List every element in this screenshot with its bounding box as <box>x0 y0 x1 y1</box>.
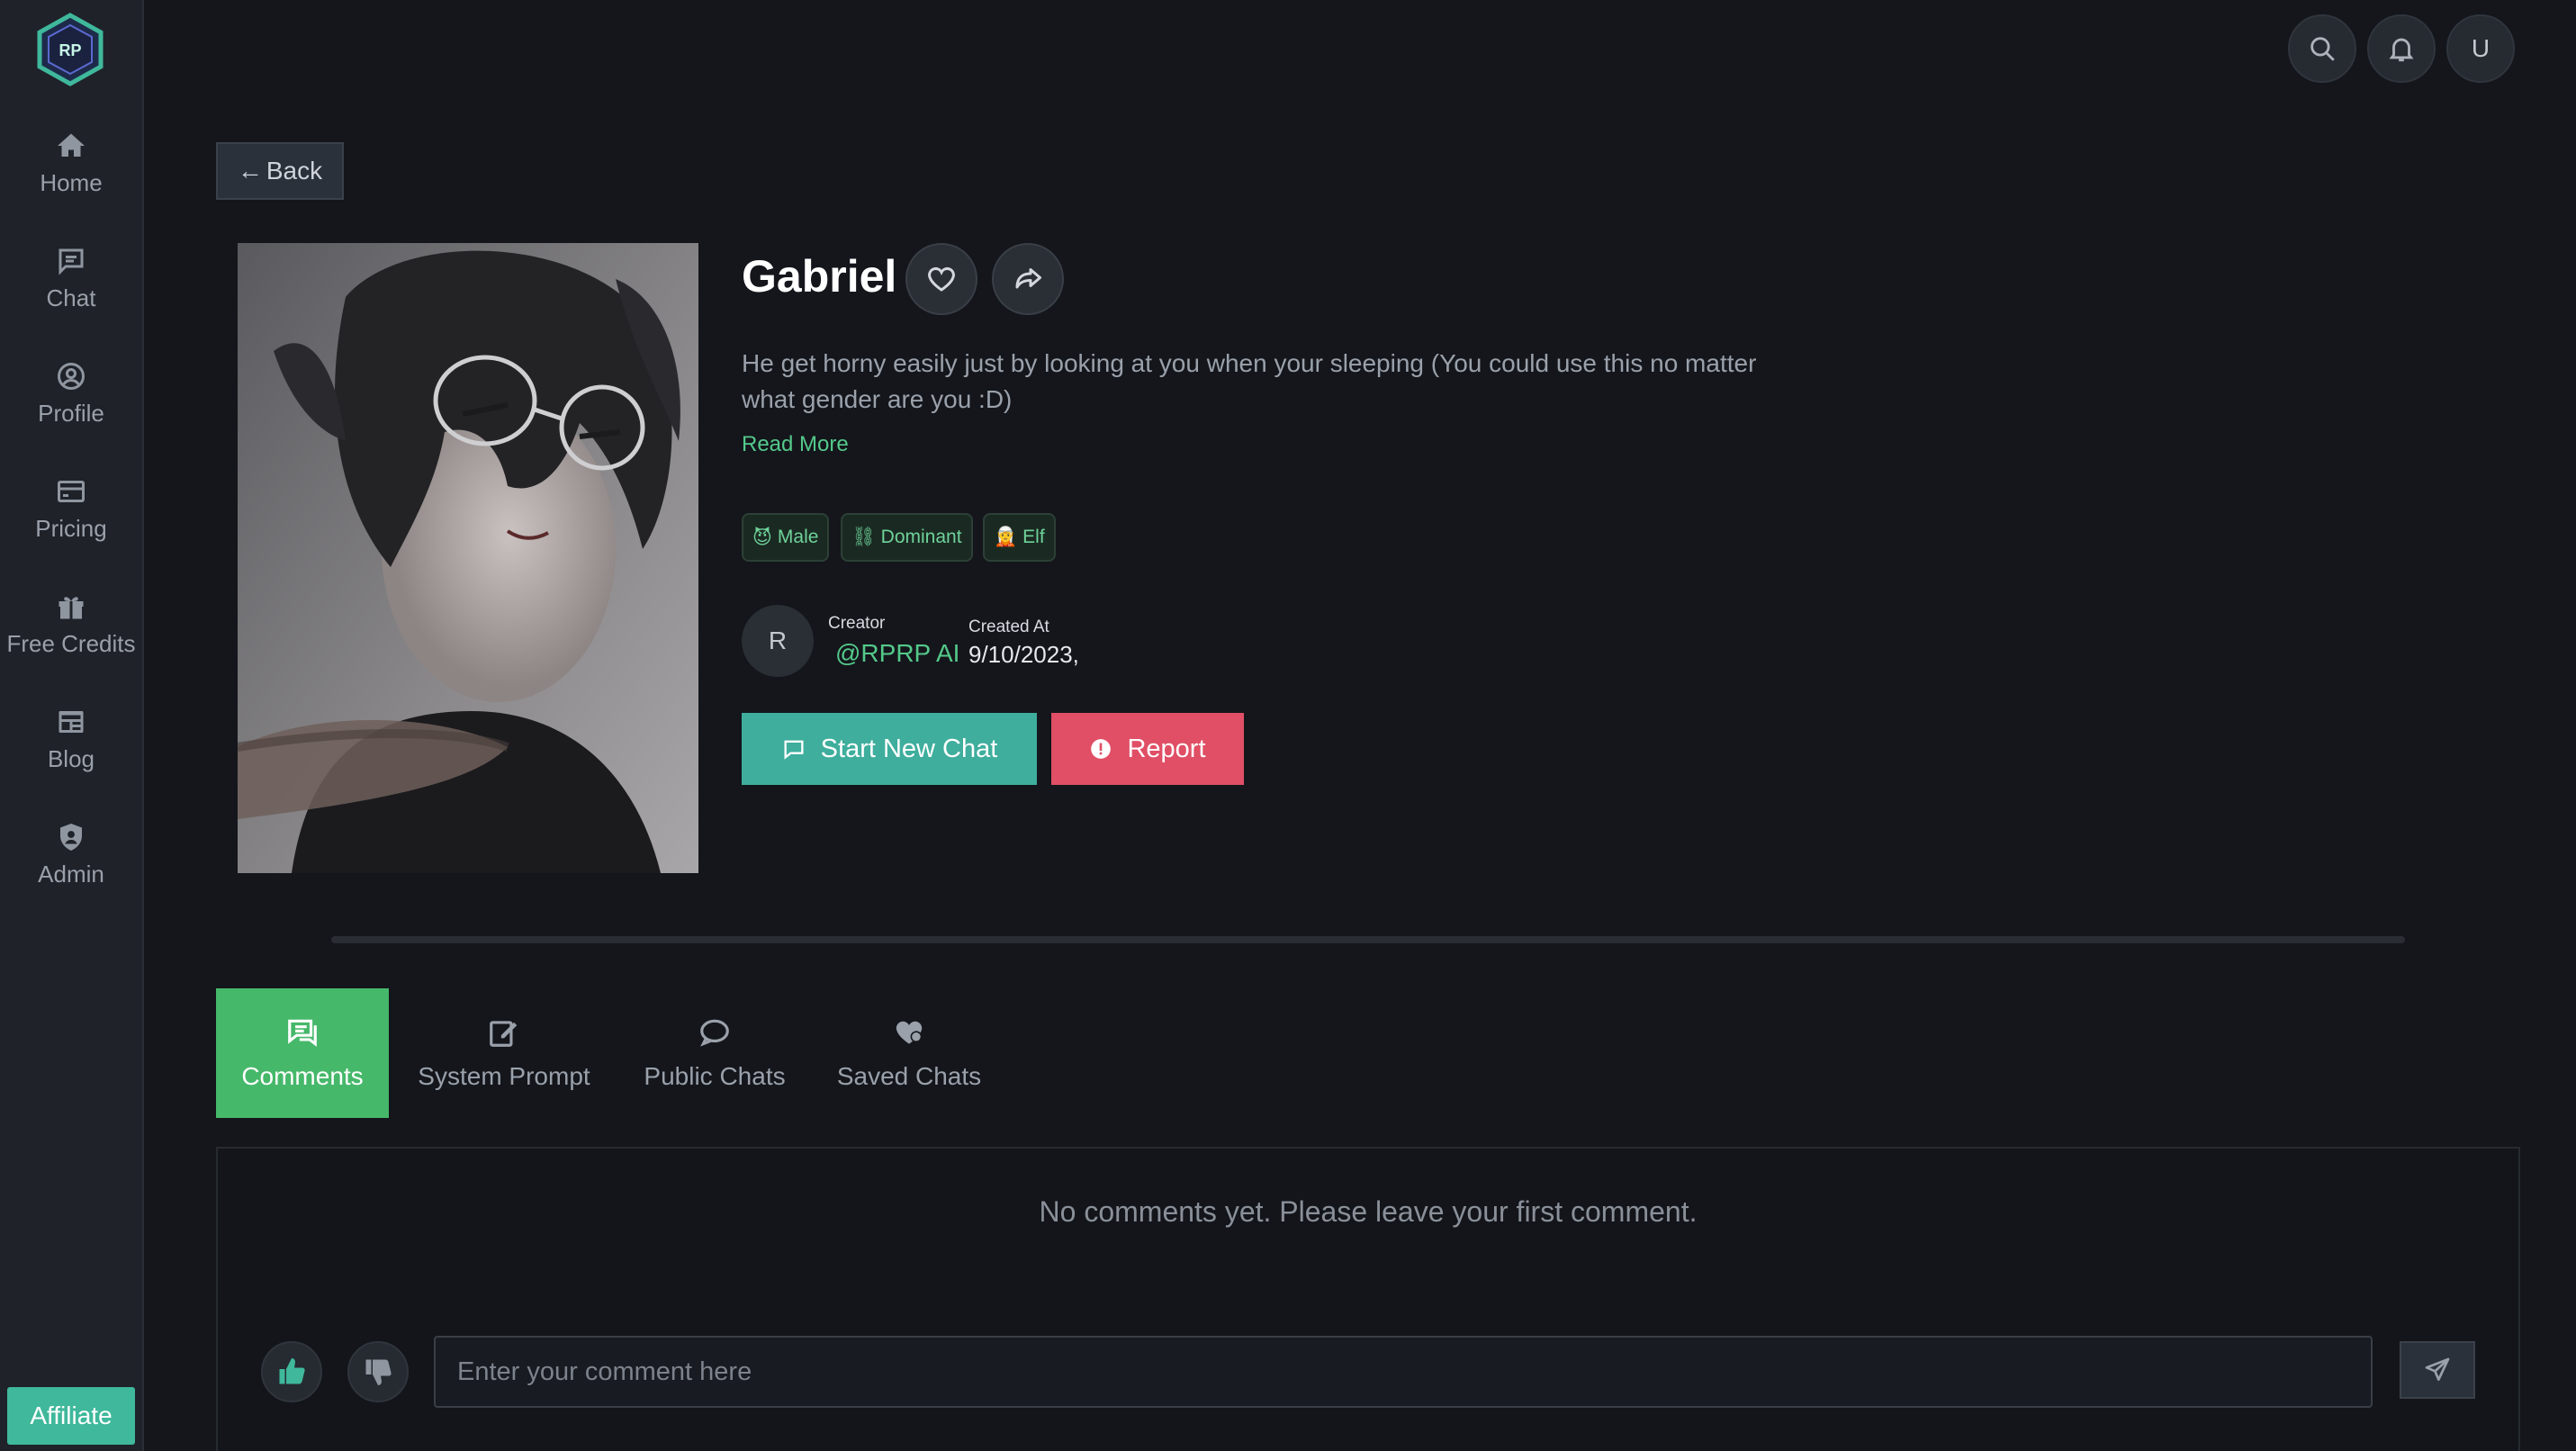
comment-input[interactable] <box>434 1336 2373 1408</box>
user-avatar-button[interactable]: U <box>2446 14 2515 83</box>
nav-label: Free Credits <box>6 629 136 657</box>
nav-home[interactable]: Home <box>0 113 142 212</box>
notifications-button[interactable] <box>2367 14 2436 83</box>
share-arrow-icon <box>1015 268 1041 289</box>
created-at-label: Created At <box>968 617 1049 636</box>
tab-label: Public Chats <box>644 1062 786 1090</box>
tab-label: Comments <box>241 1062 364 1090</box>
bell-icon <box>2389 38 2414 62</box>
back-label: Back <box>266 157 323 185</box>
send-comment-button[interactable] <box>2400 1341 2475 1399</box>
tab-saved-chats[interactable]: Saved Chats <box>821 988 997 1118</box>
sidebar: RP Home Chat Profile Pricing Free Credit… <box>0 0 144 1451</box>
tag-elf[interactable]: 🧝 Elf <box>983 513 1056 562</box>
thumbs-down-icon <box>365 1359 392 1385</box>
arrow-left-icon: ← <box>237 157 263 185</box>
logo[interactable]: RP <box>36 13 104 86</box>
nav-profile[interactable]: Profile <box>0 344 142 443</box>
chat-icon <box>59 248 84 275</box>
character-name: Gabriel <box>742 251 897 302</box>
nav-label: Profile <box>38 399 104 427</box>
nav-label: Pricing <box>35 514 107 542</box>
saved-heart-icon <box>896 1021 923 1044</box>
nav-label: Home <box>40 168 103 196</box>
nav-chat[interactable]: Chat <box>0 229 142 328</box>
tab-public-chats[interactable]: Public Chats <box>628 988 801 1118</box>
back-button[interactable]: ← Back <box>216 142 344 200</box>
creator-name-link[interactable]: @RPRP AI <box>835 639 959 668</box>
svg-text:RP: RP <box>59 41 81 59</box>
nav-blog[interactable]: Blog <box>0 689 142 789</box>
tag-label: Male <box>777 527 819 547</box>
comments-panel: No comments yet. Please leave your first… <box>216 1147 2520 1451</box>
nav-admin[interactable]: Admin <box>0 805 142 904</box>
search-icon <box>2310 37 2335 61</box>
tag-label: Elf <box>1022 527 1045 547</box>
nav-pricing[interactable]: Pricing <box>0 459 142 558</box>
share-button[interactable] <box>992 243 1064 315</box>
admin-shield-icon <box>60 823 82 851</box>
nav-free-credits[interactable]: Free Credits <box>0 574 142 673</box>
start-chat-label: Start New Chat <box>820 734 998 763</box>
search-button[interactable] <box>2288 14 2356 83</box>
character-description: He get horny easily just by looking at y… <box>742 349 1757 413</box>
heart-icon <box>928 266 955 292</box>
tag-dominant[interactable]: ⛓ Dominant <box>841 513 973 562</box>
dislike-button[interactable] <box>347 1341 409 1402</box>
chat-bubble-icon <box>784 740 804 760</box>
empty-comments-message: No comments yet. Please leave your first… <box>1039 1195 1698 1228</box>
user-initial: U <box>2471 34 2490 62</box>
tag-male[interactable]: 😈 Male <box>742 513 830 562</box>
alert-circle-icon <box>1091 739 1112 759</box>
character-image <box>238 243 698 873</box>
gift-icon <box>59 596 84 618</box>
creator-avatar[interactable]: R <box>742 605 814 677</box>
nav-label: Chat <box>46 284 96 311</box>
start-new-chat-button[interactable]: Start New Chat <box>742 713 1037 785</box>
tab-label: Saved Chats <box>836 1062 982 1090</box>
creator-label: Creator <box>828 614 886 633</box>
tab-system-prompt[interactable]: System Prompt <box>401 988 607 1118</box>
newspaper-icon <box>59 710 84 733</box>
hexagon-logo-icon: RP <box>37 13 104 86</box>
like-button[interactable] <box>261 1341 322 1402</box>
home-icon <box>58 133 85 157</box>
tag-label: Dominant <box>880 527 962 547</box>
tag-emoji-icon: 🧝 <box>994 527 1018 547</box>
credit-card-icon <box>58 480 85 502</box>
report-label: Report <box>1127 734 1206 763</box>
nav-label: Blog <box>47 744 95 772</box>
created-at-value: 9/10/2023, <box>968 641 1079 668</box>
read-more-link[interactable]: Read More <box>742 432 849 457</box>
tab-comments[interactable]: Comments <box>216 988 389 1118</box>
edit-icon <box>490 1021 518 1047</box>
thumbs-up-icon <box>279 1358 305 1384</box>
comments-icon <box>288 1019 317 1047</box>
speech-bubble-icon <box>700 1019 729 1047</box>
section-divider <box>331 936 2405 943</box>
tag-emoji-icon: 😈 <box>752 527 772 548</box>
tag-emoji-icon: ⛓ <box>851 527 876 547</box>
report-button[interactable]: Report <box>1051 713 1244 785</box>
tab-label: System Prompt <box>418 1062 590 1090</box>
affiliate-button[interactable]: Affiliate <box>7 1387 135 1445</box>
user-circle-icon <box>58 362 85 390</box>
nav-label: Admin <box>38 860 104 888</box>
send-icon <box>2425 1357 2450 1381</box>
favorite-button[interactable] <box>905 243 977 315</box>
